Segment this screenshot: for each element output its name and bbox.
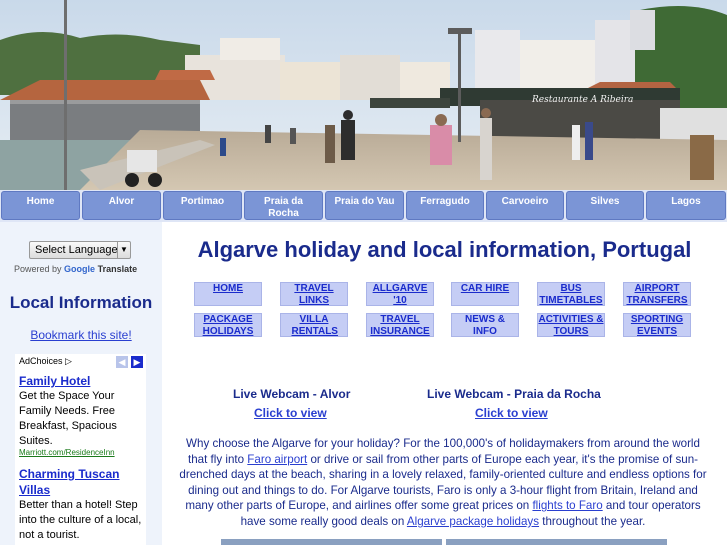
- ad-box: AdChoices ▷ ◀ ▶ Family Hotel Get the Spa…: [15, 354, 146, 545]
- translate-text: Translate: [97, 264, 138, 274]
- intro-paragraph: Why choose the Algarve for your holiday?…: [179, 437, 707, 528]
- nav-alvor[interactable]: Alvor: [82, 191, 161, 220]
- webcam-praia-da-rocha-link[interactable]: Click to view: [475, 406, 548, 420]
- quick-link-package-holidays[interactable]: PACKAGE HOLIDAYS: [194, 313, 262, 337]
- webcam-alvor-link[interactable]: Click to view: [254, 406, 327, 420]
- ad-url-marriott[interactable]: Marriott.com/ResidenceInn: [19, 448, 115, 457]
- quick-link-travel-insurance[interactable]: TRAVEL INSURANCE: [366, 313, 434, 337]
- image-strip-right: [446, 539, 667, 545]
- nav-label: Alvor: [108, 196, 135, 207]
- faro-airport-link[interactable]: Faro airport: [247, 453, 307, 466]
- powered-by-text: Powered by: [14, 264, 62, 274]
- nav-label: Ferragudo: [420, 196, 470, 207]
- webcam-alvor-heading: Live Webcam - Alvor: [233, 387, 351, 401]
- nav-carvoeiro[interactable]: Carvoeiro: [486, 191, 564, 220]
- nav-label: Praia da Rocha: [264, 196, 303, 219]
- chevron-down-icon: ▼: [117, 242, 130, 258]
- quick-link-news-info[interactable]: NEWS & INFO: [451, 313, 519, 337]
- nav-portimao[interactable]: Portimao: [163, 191, 242, 220]
- nav-praia-da-rocha[interactable]: Praia da Rocha: [244, 191, 323, 220]
- quick-link-bus-timetables[interactable]: BUS TIMETABLES: [537, 282, 605, 306]
- quick-link-home[interactable]: HOME: [194, 282, 262, 306]
- quick-link-allgarve[interactable]: ALLGARVE '10: [366, 282, 434, 306]
- quick-link-activities-tours[interactable]: ACTIVITIES & TOURS: [537, 313, 605, 337]
- restaurant-sign-text: Restaurante A Ribeira: [531, 95, 633, 105]
- translate-language-select[interactable]: Select Language ▼: [29, 241, 131, 259]
- image-strip-left: [221, 539, 442, 545]
- ad-next-icon[interactable]: ▶: [131, 356, 143, 368]
- nav-label: Lagos: [671, 196, 701, 207]
- banner-photo: Restaurante A Ribeira: [0, 0, 727, 190]
- ad-title-tuscan-villas[interactable]: Charming Tuscan Villas: [19, 466, 139, 498]
- nav-silves[interactable]: Silves: [566, 191, 644, 220]
- main-navigation: Home Alvor Portimao Praia da Rocha Praia…: [0, 190, 727, 222]
- nav-praia-do-vau[interactable]: Praia do Vau: [325, 191, 404, 220]
- ad-body-family-hotel: Get the Space Your Family Needs. Free Br…: [19, 390, 117, 447]
- adchoices-icon: ▷: [65, 356, 72, 366]
- quick-link-sporting-events[interactable]: SPORTING EVENTS: [623, 313, 691, 337]
- google-logo: Google: [64, 264, 96, 274]
- translate-select-label: Select Language: [35, 244, 118, 256]
- quick-link-travel-links[interactable]: TRAVEL LINKS: [280, 282, 348, 306]
- ad-prev-icon[interactable]: ◀: [116, 356, 128, 368]
- bookmark-link[interactable]: Bookmark this site!: [0, 328, 162, 342]
- nav-label: Silves: [590, 196, 620, 207]
- ad-body-tuscan-villas: Better than a hotel! Step into the cultu…: [19, 499, 142, 541]
- local-information-heading: Local Information: [9, 293, 153, 312]
- powered-by-google-translate: Powered by Google Translate: [14, 264, 137, 274]
- quick-link-villa-rentals[interactable]: VILLA RENTALS: [280, 313, 348, 337]
- quick-link-car-hire[interactable]: CAR HIRE: [451, 282, 519, 306]
- nav-label: Home: [26, 196, 55, 207]
- nav-label: Praia do Vau: [334, 196, 395, 207]
- nav-ferragudo[interactable]: Ferragudo: [406, 191, 484, 220]
- nav-lagos[interactable]: Lagos: [646, 191, 726, 220]
- adchoices-label[interactable]: AdChoices ▷: [19, 356, 72, 367]
- page-title: Algarve holiday and local information, P…: [197, 237, 692, 262]
- ad-title-family-hotel[interactable]: Family Hotel: [19, 373, 90, 389]
- webcam-praia-da-rocha-heading: Live Webcam - Praia da Rocha: [427, 387, 601, 401]
- nav-label: Portimao: [180, 196, 225, 207]
- flights-to-faro-link[interactable]: flights to Faro: [532, 499, 602, 512]
- nav-home[interactable]: Home: [1, 191, 80, 220]
- quick-link-airport-transfers[interactable]: AIRPORT TRANSFERS: [623, 282, 691, 306]
- nav-label: Carvoeiro: [501, 196, 549, 207]
- algarve-package-holidays-link[interactable]: Algarve package holidays: [407, 515, 539, 528]
